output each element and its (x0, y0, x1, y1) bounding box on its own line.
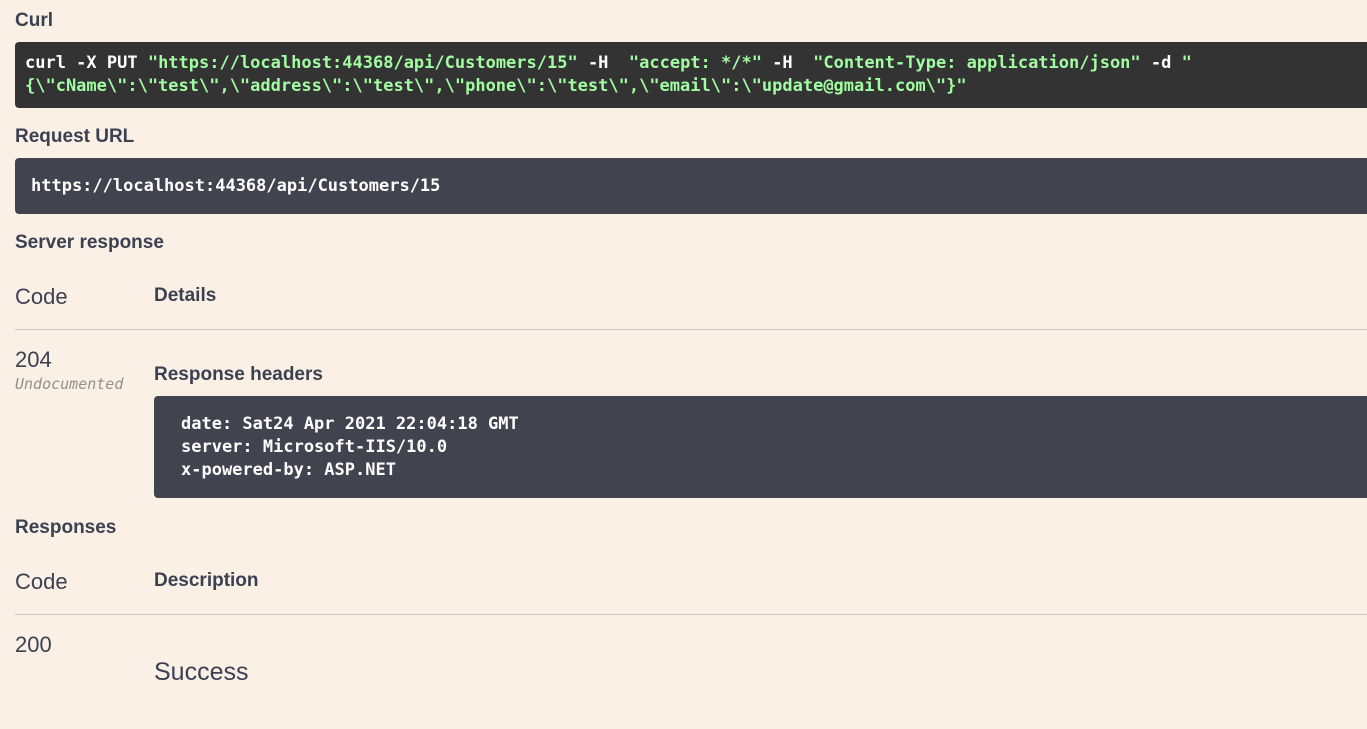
responses-title: Responses (15, 517, 117, 538)
divider (15, 329, 1367, 330)
response-headers-title: Response headers (154, 364, 323, 385)
curl-url: "https://localhost:44368/api/Customers/1… (147, 53, 578, 73)
divider (15, 614, 1367, 615)
curl-flag-h: -H (577, 53, 629, 73)
responses-status-code: 200 (15, 632, 52, 657)
request-url-title: Request URL (15, 126, 135, 147)
curl-title: Curl (15, 10, 53, 31)
curl-flag-d: -d (1140, 53, 1182, 73)
response-header-powered-by: x-powered-by: ASP.NET (181, 460, 396, 480)
responses-code-header: Code (15, 569, 68, 594)
curl-flag-h: -H (761, 53, 814, 73)
response-header-server: server: Microsoft-IIS/10.0 (181, 437, 448, 457)
curl-accept-header: "accept: */*" (628, 53, 762, 73)
response-status-code: 204 (15, 347, 52, 372)
swagger-response-panel: Curl curl -X PUT "https://localhost:4436… (0, 0, 1367, 729)
responses-description-header: Description (154, 570, 259, 591)
curl-command: curl -X PUT (25, 53, 148, 73)
server-response-details-header: Details (154, 285, 217, 306)
undocumented-label: Undocumented (15, 375, 124, 393)
request-url-value: https://localhost:44368/api/Customers/15 (31, 176, 441, 196)
request-url-block[interactable]: https://localhost:44368/api/Customers/15 (15, 158, 1367, 214)
curl-body: {\"cName\":\"test\",\"address\":\"test\"… (25, 76, 967, 96)
response-header-date: date: Sat24 Apr 2021 22:04:18 GMT (181, 414, 519, 434)
curl-content-type-header: "Content-Type: application/json" (813, 53, 1141, 73)
responses-description: Success (154, 658, 249, 686)
curl-code-block[interactable]: curl -X PUT "https://localhost:44368/api… (15, 42, 1367, 108)
server-response-code-header: Code (15, 284, 68, 309)
response-headers-block[interactable]: date: Sat24 Apr 2021 22:04:18 GMT server… (154, 396, 1367, 498)
curl-body-quote: " (1181, 53, 1192, 73)
server-response-title: Server response (15, 232, 164, 253)
curl-line-1: curl -X PUT "https://localhost:44368/api… (25, 52, 1357, 75)
